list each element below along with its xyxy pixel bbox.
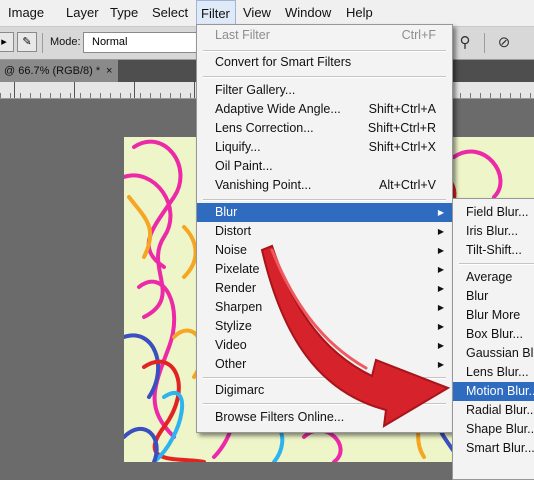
menu-bar: Image Layer Type Select Filter View Wind…	[0, 0, 534, 27]
menu-item-box-blur[interactable]: Box Blur...	[453, 325, 534, 344]
menu-item-filter-gallery[interactable]: Filter Gallery...	[197, 81, 452, 100]
ruler-tick	[134, 82, 135, 98]
mode-select[interactable]: Normal	[83, 32, 198, 53]
menu-divider	[203, 199, 446, 201]
submenu-arrow-icon: ▶	[437, 284, 444, 293]
menu-item-motion-blur[interactable]: Motion Blur...	[453, 382, 534, 401]
menu-item-shape-blur[interactable]: Shape Blur...	[453, 420, 534, 439]
submenu-arrow-icon: ▶	[437, 246, 444, 255]
menu-item-convert-smart-filters[interactable]: Convert for Smart Filters	[197, 53, 452, 72]
tablet-pressure-icon[interactable]: ⊘	[494, 33, 514, 53]
menu-item-blur[interactable]: Blur ▶	[197, 203, 452, 222]
menu-item-distort[interactable]: Distort ▶	[197, 222, 452, 241]
submenu-arrow-icon: ▶	[437, 360, 444, 369]
submenu-arrow-icon: ▶	[437, 208, 444, 217]
menu-item-browse-filters-online[interactable]: Browse Filters Online...	[197, 408, 452, 427]
blur-submenu: Field Blur... Iris Blur... Tilt-Shift...…	[452, 198, 534, 480]
menu-item-noise[interactable]: Noise ▶	[197, 241, 452, 260]
ruler-tick	[14, 82, 15, 98]
submenu-arrow-icon: ▶	[437, 265, 444, 274]
menu-item-gaussian-blur[interactable]: Gaussian Blur	[453, 344, 534, 363]
menu-divider	[459, 263, 534, 265]
menu-item-stylize[interactable]: Stylize ▶	[197, 317, 452, 336]
menu-item-blur-basic[interactable]: Blur	[453, 287, 534, 306]
submenu-arrow-icon: ▶	[437, 322, 444, 331]
menu-item-last-filter[interactable]: Last Filter Ctrl+F	[197, 26, 452, 45]
submenu-arrow-icon: ▶	[437, 386, 444, 395]
ruler-tick	[74, 82, 75, 98]
filter-menu: Last Filter Ctrl+F Convert for Smart Fil…	[196, 24, 453, 433]
mode-label: Mode:	[50, 36, 81, 48]
menu-item-blur-more[interactable]: Blur More	[453, 306, 534, 325]
menu-divider	[203, 76, 446, 78]
tool-preset-icon[interactable]: ▸	[0, 32, 14, 52]
menu-item-smart-blur[interactable]: Smart Blur...	[453, 439, 534, 458]
options-separator	[42, 33, 43, 53]
document-title: @ 66.7% (RGB/8) *	[4, 65, 101, 77]
menu-divider	[203, 377, 446, 379]
airbrush-icon[interactable]: ⚲	[455, 33, 475, 53]
menu-item-adaptive-wide-angle[interactable]: Adaptive Wide Angle... Shift+Ctrl+A	[197, 100, 452, 119]
menu-filter[interactable]: Filter	[196, 0, 236, 25]
menu-window[interactable]: Window	[285, 0, 331, 26]
menu-type[interactable]: Type	[110, 0, 138, 26]
submenu-arrow-icon: ▶	[437, 227, 444, 236]
submenu-arrow-icon: ▶	[437, 341, 444, 350]
menu-item-oil-paint[interactable]: Oil Paint...	[197, 157, 452, 176]
menu-item-other[interactable]: Other ▶	[197, 355, 452, 374]
menu-item-lens-correction[interactable]: Lens Correction... Shift+Ctrl+R	[197, 119, 452, 138]
menu-item-video[interactable]: Video ▶	[197, 336, 452, 355]
menu-item-radial-blur[interactable]: Radial Blur...	[453, 401, 534, 420]
menu-layer[interactable]: Layer	[66, 0, 99, 26]
menu-item-render[interactable]: Render ▶	[197, 279, 452, 298]
menu-item-tilt-shift[interactable]: Tilt-Shift...	[453, 241, 534, 260]
menu-view[interactable]: View	[243, 0, 271, 26]
menu-item-digimarc[interactable]: Digimarc ▶	[197, 381, 452, 400]
submenu-arrow-icon: ▶	[437, 303, 444, 312]
document-tab[interactable]: @ 66.7% (RGB/8) *	[0, 60, 118, 82]
options-separator	[484, 33, 485, 53]
close-tab-icon[interactable]: ×	[106, 60, 112, 82]
menu-item-sharpen[interactable]: Sharpen ▶	[197, 298, 452, 317]
menu-image[interactable]: Image	[8, 0, 44, 26]
menu-item-average[interactable]: Average	[453, 268, 534, 287]
menu-item-vanishing-point[interactable]: Vanishing Point... Alt+Ctrl+V	[197, 176, 452, 195]
menu-item-liquify[interactable]: Liquify... Shift+Ctrl+X	[197, 138, 452, 157]
menu-item-field-blur[interactable]: Field Blur...	[453, 203, 534, 222]
menu-item-iris-blur[interactable]: Iris Blur...	[453, 222, 534, 241]
menu-item-lens-blur[interactable]: Lens Blur...	[453, 363, 534, 382]
brush-preset-icon[interactable]: ✎	[17, 32, 37, 52]
menu-item-pixelate[interactable]: Pixelate ▶	[197, 260, 452, 279]
ruler-tick	[194, 82, 195, 98]
menu-divider	[203, 403, 446, 405]
menu-divider	[203, 50, 446, 52]
menu-select[interactable]: Select	[152, 0, 188, 26]
menu-help[interactable]: Help	[346, 0, 373, 26]
